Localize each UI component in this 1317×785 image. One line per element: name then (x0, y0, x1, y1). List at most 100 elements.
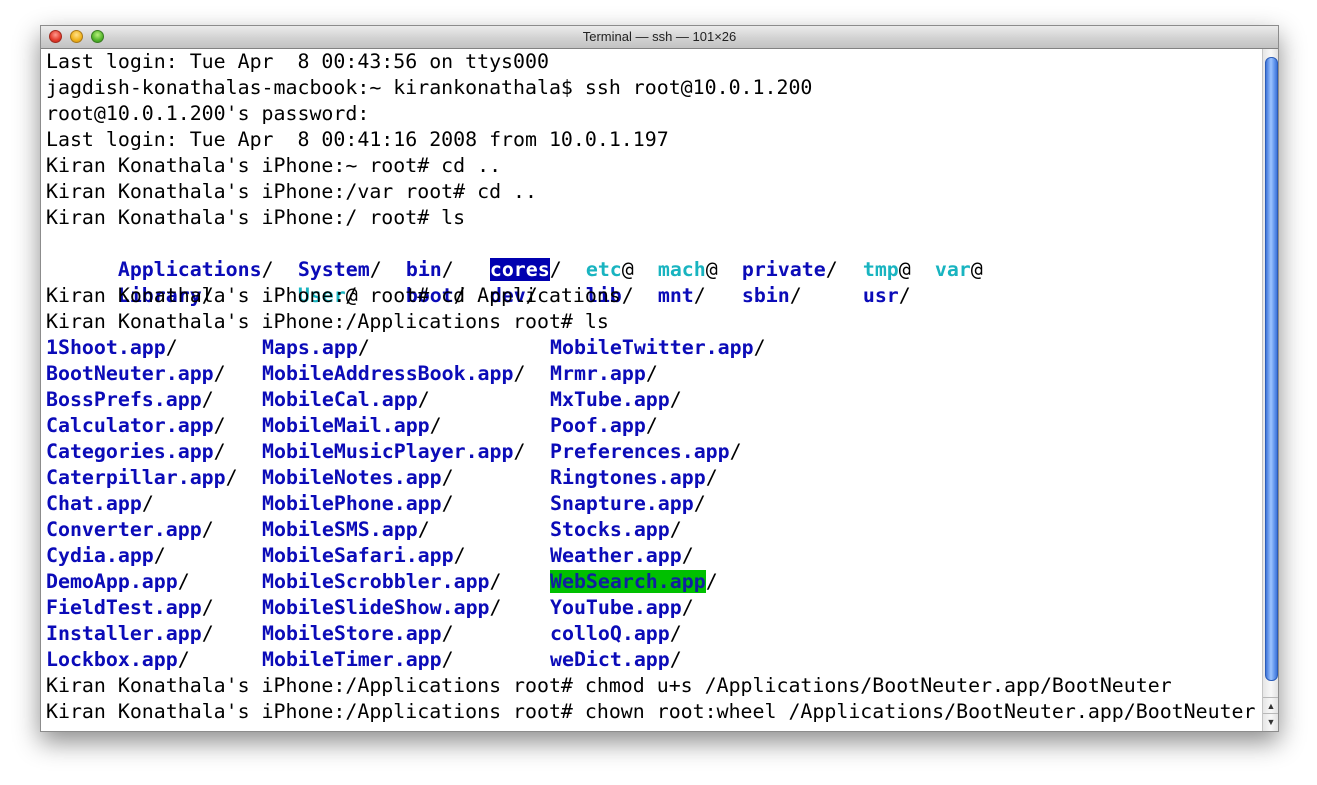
app-name: Chat.app (46, 492, 142, 515)
app-name: MobileSMS.app (262, 518, 418, 541)
terminal-line: Kiran Konathala's iPhone:/Applications r… (46, 674, 1172, 697)
listing-entry: var@ (934, 258, 983, 281)
app-entry: MxTube.app/ (550, 388, 682, 411)
app-entry: MobileMail.app/ (262, 414, 442, 437)
app-name: MobileMail.app (262, 414, 430, 437)
app-entry: MobilePhone.app/ (262, 492, 454, 515)
app-listing-row: 1Shoot.app/Maps.app/MobileTwitter.app/ (46, 335, 1262, 361)
app-name: MobileStore.app (262, 622, 442, 645)
app-name: Snapture.app (550, 492, 694, 515)
app-entry: Preferences.app/ (550, 440, 742, 463)
app-entry: Converter.app/ (46, 518, 214, 541)
listing-entry: etc@ (585, 258, 634, 281)
app-entry: BootNeuter.app/ (46, 362, 226, 385)
app-name: MobileScrobbler.app (262, 570, 490, 593)
listing-entry: mnt/ (657, 284, 706, 307)
applications-listing: 1Shoot.app/Maps.app/MobileTwitter.app/Bo… (46, 335, 1262, 673)
app-name: Cydia.app (46, 544, 154, 567)
app-name: MobilePhone.app (262, 492, 442, 515)
app-entry: Cydia.app/ (46, 544, 166, 567)
app-listing-row: BossPrefs.app/MobileCal.app/MxTube.app/ (46, 387, 1262, 413)
app-entry: Weather.app/ (550, 544, 694, 567)
terminal-line: Kiran Konathala's iPhone:~ root# cd .. (46, 154, 502, 177)
app-entry: 1Shoot.app/ (46, 336, 178, 359)
app-entry: Stocks.app/ (550, 518, 682, 541)
app-name: MobileCal.app (262, 388, 418, 411)
window-title: Terminal — ssh — 101×26 (582, 29, 737, 44)
app-entry: weDict.app/ (550, 648, 682, 671)
scroll-down-icon[interactable]: ▼ (1263, 713, 1278, 730)
app-entry: Poof.app/ (550, 414, 658, 437)
app-entry: Categories.app/ (46, 440, 226, 463)
listing-entry: usr/ (862, 284, 911, 307)
listing-entry: sbin/ (741, 284, 802, 307)
app-listing-row: Chat.app/MobilePhone.app/Snapture.app/ (46, 491, 1262, 517)
app-entry: MobileScrobbler.app/ (262, 570, 502, 593)
app-entry: YouTube.app/ (550, 596, 694, 619)
scroll-up-icon[interactable]: ▲ (1263, 697, 1278, 714)
app-entry: Snapture.app/ (550, 492, 706, 515)
app-name: weDict.app (550, 648, 670, 671)
app-entry: Lockbox.app/ (46, 648, 190, 671)
listing-entry: bin/ (405, 258, 454, 281)
app-name: MobileAddressBook.app (262, 362, 514, 385)
listing-entry: mach@ (657, 258, 718, 281)
app-entry: MobileTimer.app/ (262, 648, 454, 671)
listing-entry: tmp@ (862, 258, 911, 281)
terminal-line: Kiran Konathala's iPhone:/var root# cd .… (46, 180, 537, 203)
terminal-line: Kiran Konathala's iPhone:/Applications r… (46, 310, 609, 333)
app-name: MobileMusicPlayer.app (262, 440, 514, 463)
app-name: MobileSafari.app (262, 544, 454, 567)
app-entry: MobileSafari.app/ (262, 544, 466, 567)
app-entry: Maps.app/ (262, 336, 370, 359)
root-listing-row: Applications/System/bin/cores/etc@ mach@ p… (46, 231, 1262, 281)
terminal-line: Kiran Konathala's iPhone:/ root# ls (46, 206, 466, 229)
listing-entry: System/ (297, 258, 382, 281)
app-name: Installer.app (46, 622, 202, 645)
app-name: MobileSlideShow.app (262, 596, 490, 619)
app-name: MobileTimer.app (262, 648, 442, 671)
app-name: colloQ.app (550, 622, 670, 645)
listing-entry: cores/ (489, 258, 562, 281)
app-entry: MobileAddressBook.app/ (262, 362, 526, 385)
app-entry: MobileMusicPlayer.app/ (262, 440, 526, 463)
app-listing-row: DemoApp.app/MobileScrobbler.app/WebSearc… (46, 569, 1262, 595)
app-listing-row: Lockbox.app/MobileTimer.app/weDict.app/ (46, 647, 1262, 673)
app-entry: FieldTest.app/ (46, 596, 214, 619)
app-name: Mrmr.app (550, 362, 646, 385)
app-entry: MobileStore.app/ (262, 622, 454, 645)
app-name: Converter.app (46, 518, 202, 541)
vertical-scrollbar[interactable]: ▲ ▼ (1262, 49, 1278, 731)
app-listing-row: Converter.app/MobileSMS.app/Stocks.app/ (46, 517, 1262, 543)
app-entry: colloQ.app/ (550, 622, 682, 645)
app-name: Lockbox.app (46, 648, 178, 671)
terminal-output[interactable]: Last login: Tue Apr 8 00:43:56 on ttys00… (41, 49, 1262, 731)
app-entry: Ringtones.app/ (550, 466, 718, 489)
app-entry: Installer.app/ (46, 622, 214, 645)
app-name: Caterpillar.app (46, 466, 226, 489)
title-bar[interactable]: Terminal — ssh — 101×26 (41, 26, 1278, 49)
app-listing-row: Calculator.app/MobileMail.app/Poof.app/ (46, 413, 1262, 439)
app-listing-row: BootNeuter.app/MobileAddressBook.app/Mrm… (46, 361, 1262, 387)
app-name: FieldTest.app (46, 596, 202, 619)
terminal-line: root@10.0.1.200's password: (46, 102, 370, 125)
terminal-line: Kiran Konathala's iPhone:/Applications r… (46, 700, 1256, 723)
app-entry: Caterpillar.app/ (46, 466, 238, 489)
app-entry: DemoApp.app/ (46, 570, 190, 593)
app-entry: MobileTwitter.app/ (550, 336, 766, 359)
scrollbar-thumb[interactable] (1265, 57, 1278, 681)
app-name: BootNeuter.app (46, 362, 214, 385)
app-listing-row: Caterpillar.app/MobileNotes.app/Ringtone… (46, 465, 1262, 491)
app-name: WebSearch.app (550, 570, 706, 593)
app-name: Calculator.app (46, 414, 214, 437)
app-name: Stocks.app (550, 518, 670, 541)
app-name: Preferences.app (550, 440, 730, 463)
app-entry: Calculator.app/ (46, 414, 226, 437)
app-listing-row: Cydia.app/MobileSafari.app/Weather.app/ (46, 543, 1262, 569)
app-entry: Mrmr.app/ (550, 362, 658, 385)
terminal-window: Terminal — ssh — 101×26 Last login: Tue … (40, 25, 1279, 732)
terminal-line: jagdish-konathalas-macbook:~ kirankonath… (46, 76, 813, 99)
app-name: Poof.app (550, 414, 646, 437)
app-name: YouTube.app (550, 596, 682, 619)
app-name: 1Shoot.app (46, 336, 166, 359)
